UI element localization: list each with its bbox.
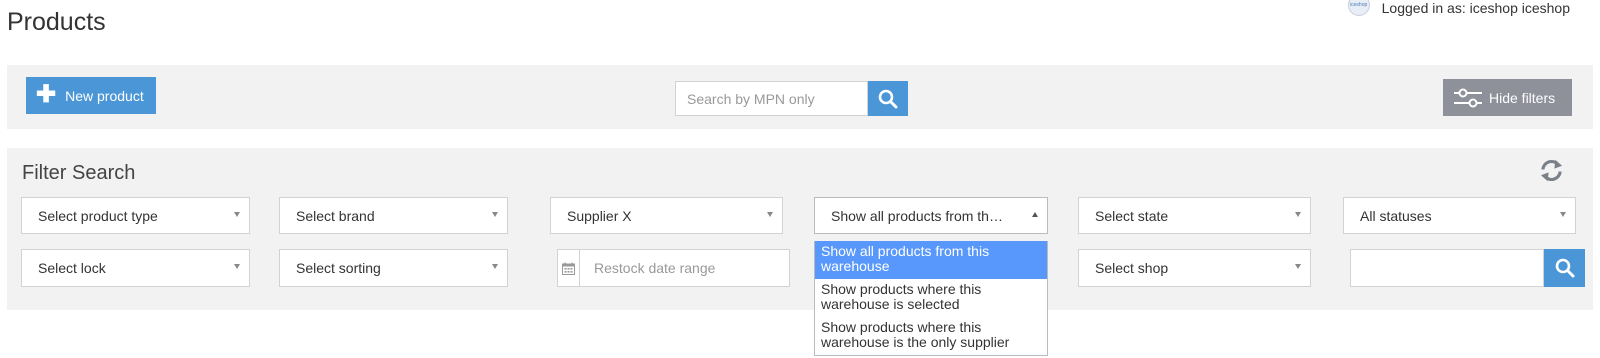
restock-date-input[interactable]	[580, 250, 789, 286]
warehouse-option[interactable]: Show all products from this warehouse	[815, 241, 1047, 279]
sorting-value: Select sorting	[296, 260, 381, 276]
supplier-select[interactable]: Supplier X	[550, 197, 783, 234]
avatar[interactable]: iceshop	[1347, 0, 1370, 16]
new-product-label: New product	[65, 87, 144, 104]
filter-search-input[interactable]	[1350, 249, 1544, 287]
status-value: All statuses	[1360, 207, 1432, 224]
chevron-down-icon	[1560, 212, 1566, 217]
shop-select[interactable]: Select shop	[1078, 249, 1311, 287]
hide-filters-button[interactable]: Hide filters	[1443, 79, 1572, 116]
refresh-icon[interactable]	[1539, 158, 1564, 183]
product-type-select[interactable]: Select product type	[21, 197, 250, 234]
mpn-search-input[interactable]	[675, 81, 868, 116]
logged-in-label: Logged in as: iceshop iceshop	[1381, 0, 1570, 16]
warehouse-option[interactable]: Show products where this warehouse is se…	[815, 279, 1047, 317]
warehouse-dropdown: Show all products from this warehouse Sh…	[814, 241, 1048, 356]
user-info: iceshop Logged in as: iceshop iceshop	[1347, 0, 1570, 16]
lock-select[interactable]: Select lock	[21, 249, 250, 287]
shop-value: Select shop	[1095, 260, 1169, 276]
filter-search-title: Filter Search	[22, 162, 136, 184]
chevron-down-icon	[234, 212, 240, 217]
search-icon	[878, 89, 898, 108]
plus-icon: ✚	[36, 80, 57, 108]
filter-search-button[interactable]	[1544, 249, 1585, 287]
page-title: Products	[7, 8, 106, 36]
lock-value: Select lock	[38, 260, 106, 276]
warehouse-select[interactable]: Show all products from th…	[814, 197, 1048, 234]
brand-select[interactable]: Select brand	[279, 197, 508, 234]
toolbar: ✚ New product Hide filters	[7, 65, 1593, 129]
chevron-down-icon	[492, 264, 498, 269]
restock-date-range	[557, 249, 790, 287]
warehouse-option[interactable]: Show products where this warehouse is th…	[815, 317, 1047, 355]
sliders-icon	[1454, 88, 1482, 107]
filter-text-search	[1350, 249, 1585, 287]
warehouse-value: Show all products from th…	[831, 207, 1003, 224]
chevron-up-icon	[1032, 212, 1038, 217]
chevron-down-icon	[1295, 264, 1301, 269]
filter-panel: Filter Search Select product type Select…	[7, 148, 1593, 310]
mpn-search	[675, 81, 908, 116]
status-select[interactable]: All statuses	[1343, 197, 1576, 234]
chevron-down-icon	[234, 264, 240, 269]
sorting-select[interactable]: Select sorting	[279, 249, 508, 287]
calendar-icon[interactable]	[558, 250, 580, 286]
new-product-button[interactable]: ✚ New product	[26, 77, 156, 114]
brand-value: Select brand	[296, 207, 375, 224]
chevron-down-icon	[767, 212, 773, 217]
chevron-down-icon	[492, 212, 498, 217]
search-icon	[1555, 258, 1574, 278]
supplier-value: Supplier X	[567, 207, 632, 224]
mpn-search-button[interactable]	[868, 81, 908, 116]
product-type-value: Select product type	[38, 207, 158, 224]
state-select[interactable]: Select state	[1078, 197, 1311, 234]
hide-filters-label: Hide filters	[1489, 89, 1556, 106]
state-value: Select state	[1095, 207, 1169, 224]
chevron-down-icon	[1295, 212, 1301, 217]
